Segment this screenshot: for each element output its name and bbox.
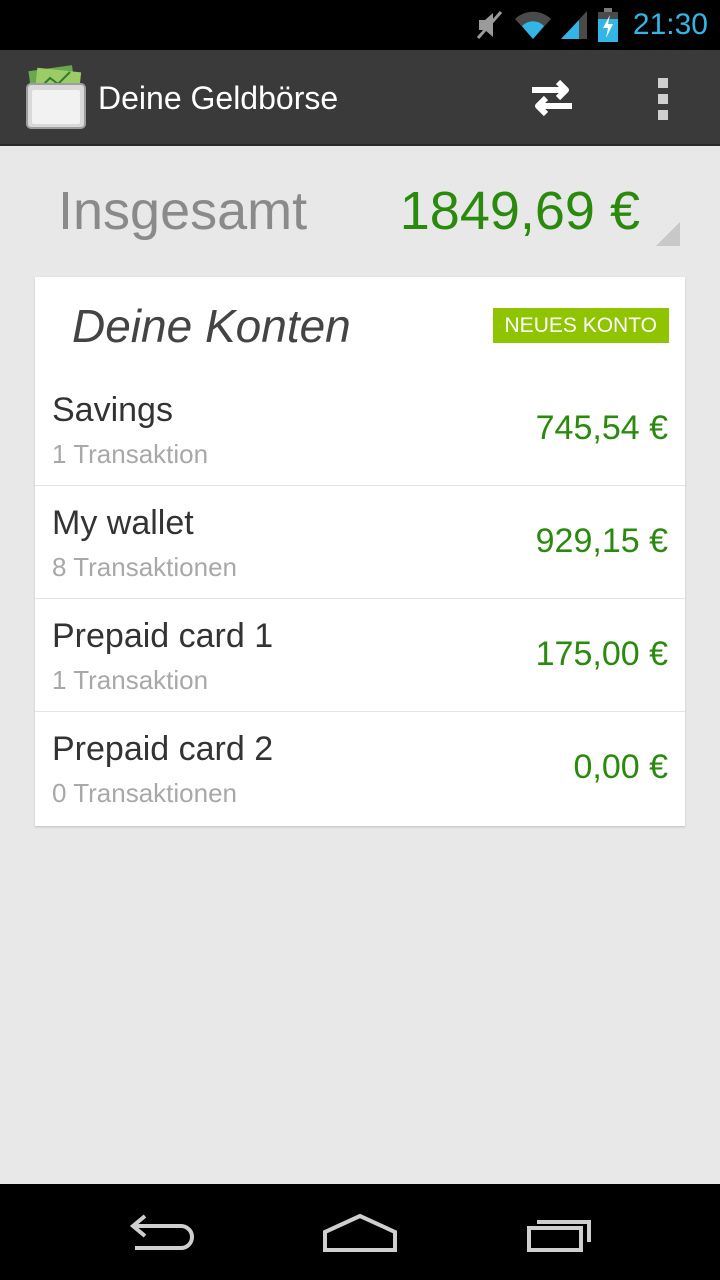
account-transaction-count: 1 Transaktion xyxy=(52,439,209,469)
navigation-bar xyxy=(0,1184,720,1280)
total-spinner[interactable]: Insgesamt 1849,69 € xyxy=(0,170,720,260)
account-list: Savings 1 Transaktion 745,54 € My wallet… xyxy=(35,373,685,825)
account-transaction-count: 1 Transaktion xyxy=(52,665,209,695)
account-balance: 0,00 € xyxy=(573,748,668,786)
card-title: Deine Konten xyxy=(72,300,351,352)
account-name: Savings xyxy=(52,391,173,429)
status-bar: 21:30 xyxy=(0,0,720,50)
overflow-menu-icon[interactable] xyxy=(648,76,678,122)
account-name: Prepaid card 1 xyxy=(52,617,274,655)
account-name: My wallet xyxy=(52,504,194,542)
account-name: Prepaid card 2 xyxy=(52,730,274,768)
wifi-icon xyxy=(514,11,551,39)
new-account-button[interactable]: NEUES KONTO xyxy=(492,308,669,343)
total-label: Insgesamt xyxy=(58,181,308,241)
account-item-prepaid-card-2[interactable]: Prepaid card 2 0 Transaktionen 0,00 € xyxy=(35,712,685,825)
accounts-card: Deine Konten NEUES KONTO Savings 1 Trans… xyxy=(35,277,685,826)
signal-icon xyxy=(560,11,587,39)
spinner-triangle-icon xyxy=(656,222,680,246)
account-balance: 175,00 € xyxy=(535,635,668,673)
total-value: 1849,69 € xyxy=(399,181,640,241)
wallet-app-icon[interactable] xyxy=(24,64,88,130)
battery-charging-icon xyxy=(597,8,618,42)
clock: 21:30 xyxy=(632,8,708,41)
recent-apps-icon[interactable] xyxy=(515,1202,605,1262)
account-balance: 745,54 € xyxy=(535,409,668,447)
home-icon[interactable] xyxy=(315,1202,405,1262)
account-item-savings[interactable]: Savings 1 Transaktion 745,54 € xyxy=(35,373,685,486)
action-bar: Deine Geldbörse xyxy=(0,50,720,146)
account-transaction-count: 0 Transaktionen xyxy=(52,778,238,808)
app-title: Deine Geldbörse xyxy=(98,80,339,116)
swap-arrows-icon[interactable] xyxy=(520,76,584,120)
account-item-prepaid-card-1[interactable]: Prepaid card 1 1 Transaktion 175,00 € xyxy=(35,599,685,712)
account-transaction-count: 8 Transaktionen xyxy=(52,552,238,582)
mute-icon xyxy=(476,11,503,39)
back-icon[interactable] xyxy=(115,1202,205,1262)
account-item-my-wallet[interactable]: My wallet 8 Transaktionen 929,15 € xyxy=(35,486,685,599)
account-balance: 929,15 € xyxy=(535,522,668,560)
